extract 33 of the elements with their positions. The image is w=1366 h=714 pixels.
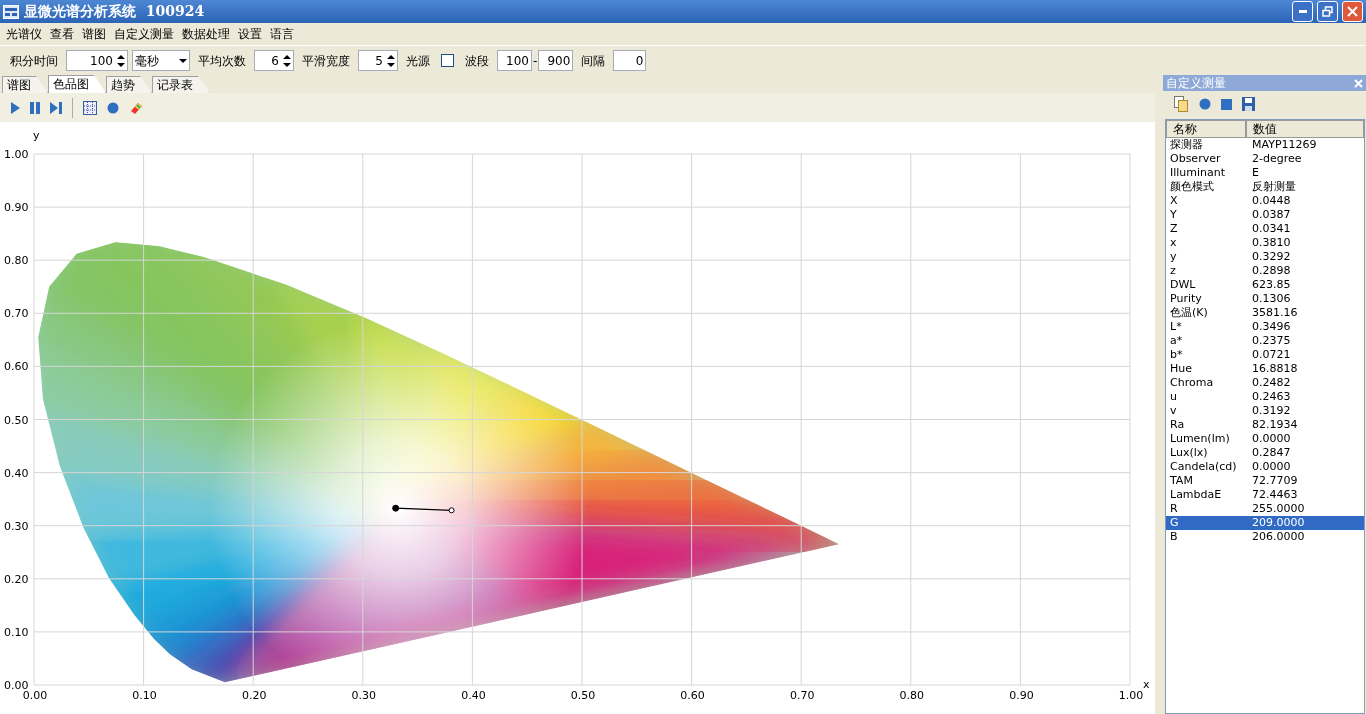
- tick-label: 0.50: [4, 413, 29, 427]
- tick-label: 0.10: [4, 625, 29, 639]
- field-label: 平均次数: [198, 52, 246, 70]
- tick-label: 0.20: [241, 689, 267, 702]
- field-label: 波段: [465, 52, 489, 70]
- tick-label: 0.10: [132, 689, 157, 702]
- tick-label: 0.50: [570, 689, 596, 702]
- axis-title: y: [33, 129, 40, 142]
- range-separator: -: [533, 52, 538, 70]
- tick-label: 0.60: [4, 360, 29, 374]
- tick-label: 0.60: [680, 689, 705, 702]
- tick-label: 0.80: [4, 254, 29, 268]
- tick-label: 0.40: [461, 689, 486, 702]
- tick-label: 0.80: [899, 689, 925, 702]
- field-label: 间隔: [581, 52, 606, 70]
- tick-label: 0.20: [4, 572, 29, 586]
- tick-label: 0.70: [789, 689, 815, 702]
- tick-label: 0.40: [4, 466, 29, 480]
- tick-label: 0.90: [1009, 689, 1034, 702]
- tick-label: 0.90: [4, 201, 29, 215]
- tick-label: 0.70: [4, 307, 29, 321]
- window-title: 显微光谱分析系统 100924: [24, 2, 205, 21]
- tick-label: 1.00: [4, 148, 29, 161]
- axis-title: x: [1143, 678, 1150, 691]
- tick-label: 1.00: [1118, 689, 1144, 702]
- tick-label: 0.30: [4, 519, 29, 533]
- field-label: 光源: [406, 52, 430, 70]
- tick-label: 0.00: [22, 689, 48, 702]
- field-label: 平滑宽度: [302, 52, 350, 70]
- panel-title: 自定义测量: [1166, 75, 1226, 92]
- field-label: 积分时间: [10, 52, 58, 70]
- tick-label: 0.00: [4, 679, 29, 692]
- tick-label: 0.30: [351, 689, 377, 702]
